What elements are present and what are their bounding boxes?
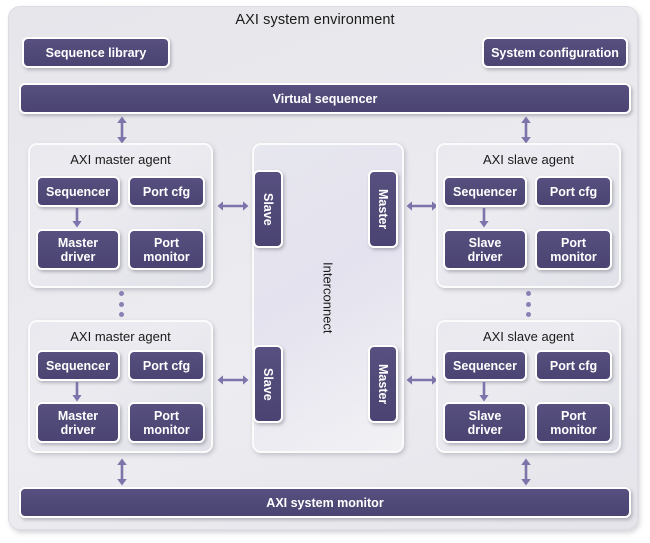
sequence-library-block[interactable]: Sequence library — [22, 37, 170, 68]
master-agent-1-master-driver[interactable]: Master driver — [36, 229, 120, 270]
master-agent-2-sequencer-label: Sequencer — [46, 358, 110, 373]
master-agent-2-master-driver[interactable]: Master driver — [36, 402, 120, 443]
interconnect-slave-port-1[interactable]: Slave — [253, 170, 283, 248]
master-agent-1-port-cfg-label: Port cfg — [142, 184, 191, 199]
master-agent-2-port-cfg[interactable]: Port cfg — [128, 350, 205, 381]
arrow-slave-agent-1-sequencer-to-driver — [479, 208, 489, 228]
master-agent-2-port-monitor[interactable]: Port monitor — [128, 402, 205, 443]
arrow-master-agent-2-to-interconnect — [217, 375, 249, 385]
interconnect-slave-port-2-label: Slave — [261, 367, 275, 401]
interconnect-master-port-1-label: Master — [376, 188, 390, 230]
interconnect-label-text: Interconnect — [320, 262, 336, 334]
arrow-interconnect-to-slave-agent-2 — [406, 375, 438, 385]
master-agent-1-port-cfg[interactable]: Port cfg — [128, 176, 205, 207]
slave-agent-2-slave-driver-label: Slave driver — [467, 408, 503, 437]
arrow-virtual-sequencer-to-master-agent — [117, 116, 127, 144]
virtual-sequencer-label: Virtual sequencer — [272, 91, 378, 106]
system-configuration-block[interactable]: System configuration — [482, 37, 628, 68]
slave-agent-1-sequencer[interactable]: Sequencer — [443, 176, 527, 207]
interconnect-slave-port-1-label: Slave — [261, 192, 275, 226]
slave-agent-1-port-monitor[interactable]: Port monitor — [535, 229, 612, 270]
master-agent-2-sequencer[interactable]: Sequencer — [36, 350, 120, 381]
master-agent-1-sequencer[interactable]: Sequencer — [36, 176, 120, 207]
arrow-slave-agent-to-system-monitor — [521, 458, 531, 486]
master-agent-2-port-monitor-label: Port monitor — [143, 408, 190, 437]
slave-agent-1-slave-driver-label: Slave driver — [467, 235, 503, 264]
arrow-virtual-sequencer-to-slave-agent — [521, 116, 531, 144]
arrow-interconnect-to-slave-agent-1 — [406, 201, 438, 211]
axi-system-environment-diagram: AXI system environment Sequence library … — [0, 0, 650, 543]
axi-master-agent-1-title: AXI master agent — [70, 152, 171, 167]
arrow-slave-agent-2-sequencer-to-driver — [479, 382, 489, 402]
axi-slave-agent-1-title: AXI slave agent — [482, 152, 575, 167]
interconnect-slave-port-2[interactable]: Slave — [253, 345, 283, 423]
master-agent-2-master-driver-label: Master driver — [57, 408, 99, 437]
interconnect-master-port-2[interactable]: Master — [368, 345, 398, 423]
master-agent-1-master-driver-label: Master driver — [57, 235, 99, 264]
interconnect-master-port-2-label: Master — [376, 363, 390, 405]
axi-slave-agent-2-title: AXI slave agent — [482, 329, 575, 344]
slave-agent-2-port-cfg[interactable]: Port cfg — [535, 350, 612, 381]
axi-system-monitor-block[interactable]: AXI system monitor — [19, 487, 631, 518]
slave-agent-1-port-monitor-label: Port monitor — [550, 235, 597, 264]
master-agent-1-port-monitor[interactable]: Port monitor — [128, 229, 205, 270]
master-agent-1-sequencer-label: Sequencer — [46, 184, 110, 199]
arrow-master-agent-2-sequencer-to-driver — [72, 382, 82, 402]
master-agent-ellipsis — [118, 291, 124, 317]
slave-agent-1-sequencer-label: Sequencer — [453, 184, 517, 199]
virtual-sequencer-block[interactable]: Virtual sequencer — [19, 83, 631, 114]
system-configuration-label: System configuration — [491, 45, 619, 60]
arrow-master-agent-1-sequencer-to-driver — [72, 208, 82, 228]
slave-agent-1-port-cfg[interactable]: Port cfg — [535, 176, 612, 207]
slave-agent-2-sequencer[interactable]: Sequencer — [443, 350, 527, 381]
slave-agent-2-port-cfg-label: Port cfg — [549, 358, 598, 373]
slave-agent-2-sequencer-label: Sequencer — [453, 358, 517, 373]
slave-agent-1-port-cfg-label: Port cfg — [549, 184, 598, 199]
page-title: AXI system environment — [235, 12, 395, 28]
slave-agent-2-port-monitor-label: Port monitor — [550, 408, 597, 437]
arrow-master-agent-1-to-interconnect — [217, 201, 249, 211]
slave-agent-2-port-monitor[interactable]: Port monitor — [535, 402, 612, 443]
arrow-master-agent-to-system-monitor — [117, 458, 127, 486]
axi-master-agent-2-title: AXI master agent — [70, 329, 171, 344]
slave-agent-ellipsis — [525, 291, 531, 317]
interconnect-master-port-1[interactable]: Master — [368, 170, 398, 248]
master-agent-1-port-monitor-label: Port monitor — [143, 235, 190, 264]
axi-system-monitor-label: AXI system monitor — [266, 495, 384, 510]
slave-agent-1-slave-driver[interactable]: Slave driver — [443, 229, 527, 270]
sequence-library-label: Sequence library — [45, 45, 147, 60]
slave-agent-2-slave-driver[interactable]: Slave driver — [443, 402, 527, 443]
master-agent-2-port-cfg-label: Port cfg — [142, 358, 191, 373]
